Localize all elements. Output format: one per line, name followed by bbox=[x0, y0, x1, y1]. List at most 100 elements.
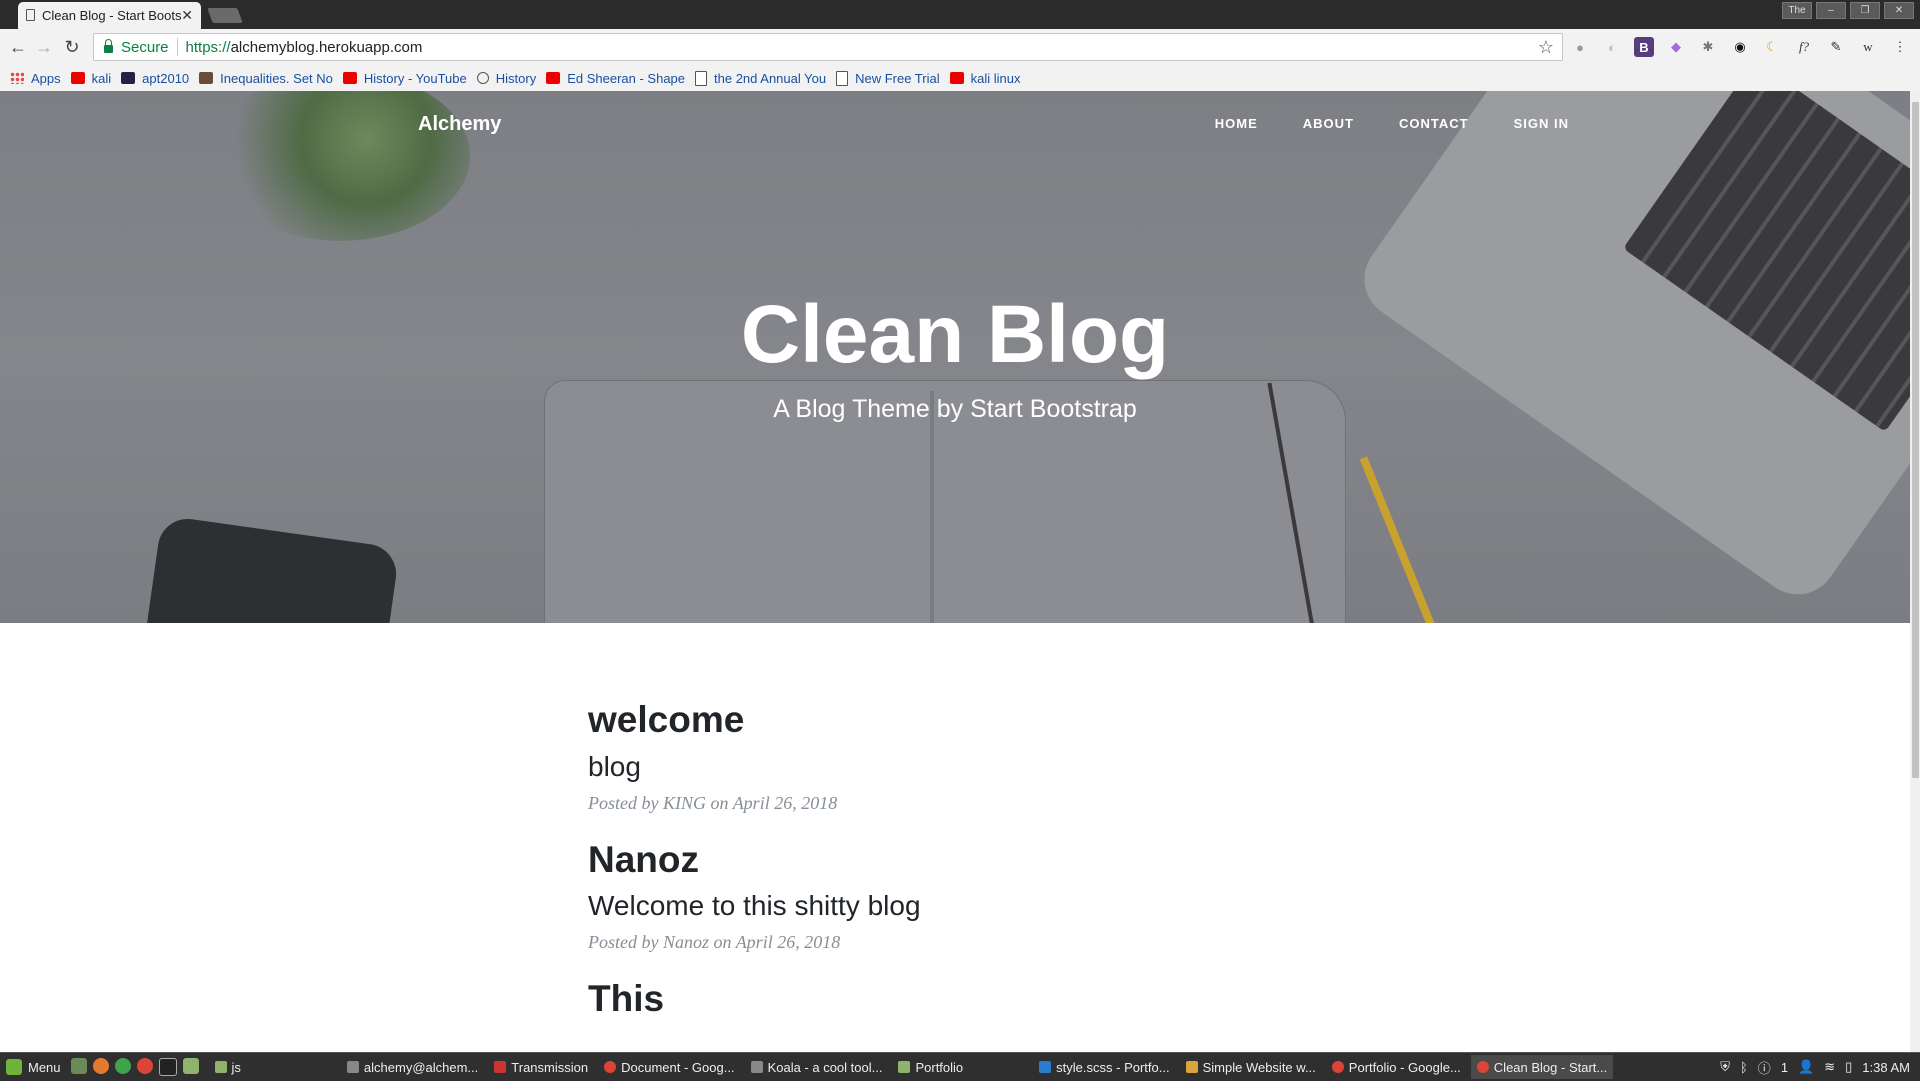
taskbar-window[interactable]: Portfolio - Google... bbox=[1326, 1055, 1467, 1079]
bookmark-item[interactable]: Inequalities. Set No bbox=[199, 71, 333, 86]
battery-icon[interactable]: ▯ bbox=[1845, 1059, 1852, 1075]
window-controls: The – ❐ ✕ bbox=[1782, 2, 1914, 19]
nav-contact[interactable]: CONTACT bbox=[1399, 116, 1469, 131]
taskbar-window-label: style.scss - Portfo... bbox=[1056, 1059, 1170, 1075]
files-icon[interactable] bbox=[182, 1058, 199, 1074]
secure-label: Secure bbox=[121, 38, 169, 56]
bookmark-item[interactable]: kali bbox=[70, 71, 111, 86]
app-icon[interactable] bbox=[114, 1058, 131, 1074]
post-title[interactable]: Nanoz bbox=[588, 839, 1388, 881]
extension-icon[interactable]: ☾ bbox=[1762, 37, 1782, 57]
profile-button[interactable]: The bbox=[1782, 2, 1812, 19]
close-window-icon[interactable]: ✕ bbox=[1884, 2, 1914, 19]
nav-home[interactable]: HOME bbox=[1215, 116, 1258, 131]
post-meta: Posted by Nanoz on April 26, 2018 bbox=[588, 932, 1388, 953]
bookmark-label: History bbox=[495, 70, 537, 86]
page-scrollbar[interactable] bbox=[1910, 91, 1920, 1052]
menu-dots-icon[interactable]: ⋮ bbox=[1890, 37, 1910, 57]
bug-icon[interactable]: ✱ bbox=[1698, 37, 1718, 57]
firefox-icon[interactable] bbox=[92, 1058, 109, 1074]
post-subtitle[interactable]: blog bbox=[588, 751, 1388, 783]
lock-icon bbox=[104, 39, 113, 53]
extension-icon[interactable]: ◐ bbox=[1602, 37, 1622, 57]
on-label: on bbox=[710, 792, 729, 813]
taskbar-folder-js[interactable]: js bbox=[209, 1055, 247, 1079]
post-title[interactable]: This bbox=[588, 979, 1388, 1020]
koala-icon bbox=[750, 1061, 763, 1073]
start-menu-button[interactable]: Menu bbox=[6, 1059, 61, 1075]
bookmark-item[interactable]: Ed Sheeran - Shape bbox=[546, 71, 685, 86]
clock[interactable]: 1:38 AM bbox=[1862, 1060, 1910, 1075]
nav-sign-in[interactable]: SIGN IN bbox=[1514, 116, 1569, 131]
terminal-icon[interactable] bbox=[158, 1058, 177, 1076]
browser-title-bar: Clean Blog - Start Bootstrap ✕ The – ❐ ✕ bbox=[0, 0, 1920, 29]
browser-tab-active[interactable]: Clean Blog - Start Bootstrap ✕ bbox=[18, 2, 201, 29]
post-title[interactable]: welcome bbox=[588, 699, 1388, 741]
bookmark-item[interactable]: apt2010 bbox=[121, 71, 189, 86]
bookmark-item[interactable]: New Free Trial bbox=[836, 70, 940, 86]
wifi-icon[interactable]: ≋ bbox=[1824, 1059, 1835, 1075]
chrome-icon bbox=[604, 1061, 617, 1073]
notification-icon[interactable]: ⓘ bbox=[1758, 1058, 1771, 1077]
on-label: on bbox=[713, 932, 732, 953]
bookmark-apps[interactable]: Apps bbox=[10, 71, 61, 86]
taskbar-window-active[interactable]: Clean Blog - Start... bbox=[1470, 1055, 1614, 1079]
taskbar-window[interactable]: Koala - a cool tool... bbox=[745, 1055, 889, 1079]
bookmark-star-icon[interactable]: ☆ bbox=[1538, 37, 1554, 58]
new-tab-button[interactable] bbox=[207, 8, 243, 23]
close-tab-icon[interactable]: ✕ bbox=[181, 7, 193, 24]
extension-icon[interactable]: ● bbox=[1570, 37, 1590, 57]
bookmark-item[interactable]: History bbox=[476, 70, 537, 86]
extension-icon[interactable]: ◉ bbox=[1730, 37, 1750, 57]
taskbar-window[interactable]: alchemy@alchem... bbox=[341, 1055, 484, 1079]
bookmark-item[interactable]: History - YouTube bbox=[342, 70, 467, 86]
post-preview[interactable]: This bbox=[588, 979, 1388, 1020]
minimize-icon[interactable]: – bbox=[1816, 2, 1846, 19]
taskbar-window[interactable]: Transmission bbox=[488, 1055, 594, 1079]
restore-icon[interactable]: ❐ bbox=[1850, 2, 1880, 19]
pencil-decoration bbox=[1359, 456, 1439, 623]
bluetooth-icon[interactable]: ᛒ bbox=[1740, 1060, 1748, 1075]
taskbar-window[interactable]: Simple Website w... bbox=[1180, 1055, 1322, 1079]
show-desktop-icon[interactable] bbox=[70, 1058, 87, 1074]
document-icon bbox=[836, 70, 849, 86]
back-arrow-icon[interactable]: ← bbox=[8, 37, 28, 58]
taskbar-window[interactable]: style.scss - Portfo... bbox=[1033, 1055, 1175, 1079]
extension-icon[interactable]: w bbox=[1858, 37, 1878, 57]
bookmark-item[interactable]: kali linux bbox=[949, 71, 1020, 86]
taskbar-window-label: alchemy@alchem... bbox=[363, 1059, 479, 1075]
taskbar-window[interactable]: Portfolio bbox=[892, 1055, 969, 1079]
post-preview[interactable]: welcome blog Posted by KING on April 26,… bbox=[588, 699, 1388, 814]
nav-about[interactable]: ABOUT bbox=[1303, 116, 1354, 131]
bookmark-label: History - YouTube bbox=[363, 70, 467, 86]
extension-icon[interactable]: ◆ bbox=[1666, 37, 1686, 57]
quick-launch bbox=[70, 1058, 199, 1076]
site-brand[interactable]: Alchemy bbox=[418, 113, 501, 136]
reload-icon[interactable]: ↻ bbox=[62, 37, 82, 58]
eyedropper-icon[interactable]: ✎ bbox=[1826, 37, 1846, 57]
shield-icon[interactable]: ⛨ bbox=[1720, 1059, 1730, 1075]
notebook-spine bbox=[930, 391, 934, 623]
post-author[interactable]: KING bbox=[663, 793, 706, 813]
bookmark-item[interactable]: the 2nd Annual You bbox=[695, 70, 826, 86]
chrome-icon[interactable] bbox=[136, 1058, 153, 1074]
document-icon bbox=[695, 70, 708, 86]
menu-label: Menu bbox=[28, 1059, 61, 1075]
forward-arrow-icon[interactable]: → bbox=[34, 37, 54, 58]
font-extension-icon[interactable]: f? bbox=[1794, 37, 1814, 57]
document-icon bbox=[26, 9, 35, 21]
taskbar-window[interactable]: Document - Goog... bbox=[598, 1055, 740, 1079]
user-icon[interactable]: 👤 bbox=[1798, 1059, 1814, 1075]
bootstrap-extension-icon[interactable]: B bbox=[1634, 37, 1654, 57]
post-subtitle[interactable]: Welcome to this shitty blog bbox=[588, 890, 1388, 922]
bookmark-label: Apps bbox=[31, 70, 61, 86]
url-host: alchemyblog.herokuapp.com bbox=[230, 38, 423, 56]
os-taskbar: Menu js alchemy@alchem... Transmission D… bbox=[0, 1052, 1920, 1081]
scrollbar-thumb[interactable] bbox=[1912, 102, 1919, 778]
post-author[interactable]: Nanoz bbox=[663, 932, 709, 952]
address-bar[interactable]: Secure https:// alchemyblog.herokuapp.co… bbox=[93, 33, 1563, 61]
youtube-icon bbox=[342, 72, 357, 84]
youtube-icon bbox=[70, 72, 85, 84]
post-preview[interactable]: Nanoz Welcome to this shitty blog Posted… bbox=[588, 839, 1388, 954]
taskbar-window-label: Clean Blog - Start... bbox=[1493, 1059, 1608, 1075]
